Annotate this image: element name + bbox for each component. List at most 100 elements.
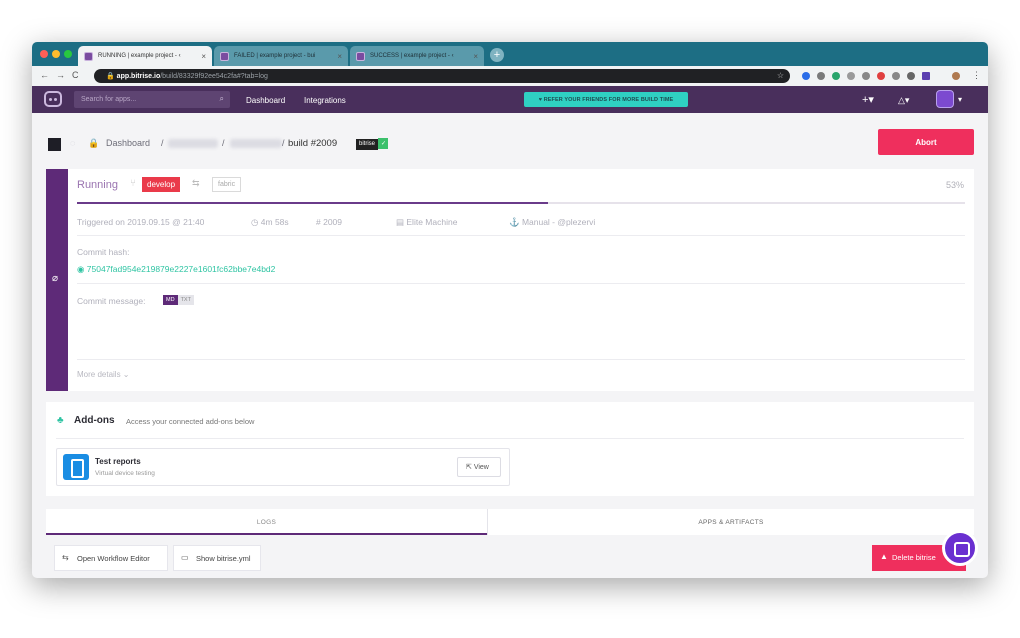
workflow-badge[interactable]: fabric — [212, 177, 242, 192]
build-number: # 2009 — [316, 217, 342, 227]
bookmark-star-icon[interactable]: ☆ — [777, 71, 784, 80]
more-details-toggle[interactable]: More details ⌄ — [77, 370, 130, 379]
browser-tab-failed[interactable]: FAILED | example project - bui × — [214, 46, 348, 66]
close-tab-icon[interactable]: × — [337, 52, 342, 61]
github-icon: ◉ — [77, 264, 87, 274]
chat-widget-button[interactable] — [942, 530, 978, 566]
close-window-button[interactable] — [40, 50, 48, 58]
show-bitrise-yml-button[interactable]: ▭ Show bitrise.yml — [173, 545, 261, 571]
extension-icon[interactable] — [922, 72, 930, 80]
build-duration: ◷ 4m 58s — [251, 217, 289, 227]
commit-hash-label: Commit hash: — [77, 247, 130, 257]
trigger-source: ⚓ Manual - @plezervi — [509, 217, 596, 227]
add-menu-icon[interactable]: +▾ — [862, 93, 874, 106]
notifications-bell-icon[interactable]: △▾ — [898, 95, 909, 106]
running-status-icon: ⌀ — [52, 273, 59, 284]
page-title: build #2009 — [288, 138, 338, 149]
extension-icon[interactable] — [907, 72, 915, 80]
addons-subtitle: Access your connected add-ons below — [126, 417, 255, 426]
breadcrumb: ◌ 🔒 Dashboard / / / build #2009 bitrise ✓… — [32, 113, 988, 169]
bitrise-favicon-icon — [356, 52, 365, 61]
test-reports-icon — [63, 454, 89, 480]
browser-tab-success[interactable]: SUCCESS | example project - ‹ × — [350, 46, 484, 66]
abort-button[interactable]: Abort — [878, 129, 974, 155]
view-addon-button[interactable]: ⇱ View — [457, 457, 501, 477]
app-header: Search for apps... ⌕ Dashboard Integrati… — [32, 86, 988, 113]
txt-toggle[interactable]: TXT — [177, 295, 194, 305]
breadcrumb-separator: / — [161, 138, 164, 148]
warning-icon: ▲ — [880, 552, 888, 561]
extension-icon[interactable] — [802, 72, 810, 80]
divider — [77, 235, 965, 236]
build-tabs: LOGS APPS & ARTIFACTS — [46, 509, 974, 535]
breadcrumb-separator: / — [282, 138, 285, 148]
log-toolbar: ⇆ Open Workflow Editor ▭ Show bitrise.ym… — [46, 539, 974, 578]
zoom-window-button[interactable] — [64, 50, 72, 58]
extension-icon[interactable] — [832, 72, 840, 80]
avatar-chevron-down-icon[interactable]: ▾ — [958, 95, 962, 104]
addons-icon: ♣ — [57, 415, 64, 426]
browser-window: RUNNING | example project - ‹ × FAILED |… — [32, 42, 988, 578]
search-icon: ⌕ — [219, 94, 224, 103]
bitrise-yml-badge: bitrise ✓ — [356, 138, 396, 150]
lock-icon: 🔒 — [88, 138, 100, 148]
extension-search-icon[interactable] — [817, 72, 825, 80]
machine-type: ▤ Elite Machine — [396, 217, 458, 227]
address-row: ← → C 🔒 app.bitrise.io/build/83329f92ee5… — [32, 66, 988, 86]
addons-section: ♣ Add-ons Access your connected add-ons … — [46, 402, 974, 496]
browser-tab-running[interactable]: RUNNING | example project - ‹ × — [78, 46, 212, 66]
workflow-icon: ⇆ — [62, 553, 69, 562]
nav-integrations-link[interactable]: Integrations — [304, 96, 346, 105]
progress-bar — [77, 202, 965, 204]
extension-icon[interactable] — [877, 72, 885, 80]
close-tab-icon[interactable]: × — [473, 52, 478, 61]
md-toggle[interactable]: MD — [163, 295, 178, 305]
divider — [77, 359, 965, 360]
profile-avatar[interactable] — [952, 72, 960, 80]
workflow-icon: ⇆ — [192, 178, 200, 188]
format-toggle: MD TXT — [163, 295, 194, 305]
extension-icon[interactable] — [862, 72, 870, 80]
progress-fill — [77, 202, 548, 204]
addon-test-reports: Test reports Virtual device testing ⇱ Vi… — [56, 448, 510, 486]
divider — [56, 438, 964, 439]
forward-icon[interactable]: → — [56, 70, 65, 80]
lock-icon: 🔒 — [106, 73, 115, 80]
branch-badge[interactable]: develop — [142, 177, 181, 192]
open-workflow-editor-button[interactable]: ⇆ Open Workflow Editor — [54, 545, 168, 571]
breadcrumb-dashboard-link[interactable]: Dashboard — [106, 138, 150, 148]
external-link-icon: ⇱ — [466, 464, 474, 471]
user-avatar[interactable] — [936, 90, 954, 108]
redacted-owner — [168, 139, 218, 148]
bitrise-logo-icon[interactable] — [44, 91, 62, 107]
build-status: Running — [77, 179, 118, 191]
extension-icon[interactable] — [847, 72, 855, 80]
commit-hash-link[interactable]: ◉ 75047fad954e219879e2227e1601fc62bbe7e4… — [77, 264, 275, 275]
triggered-time: Triggered on 2019.09.15 @ 21:40 — [77, 217, 205, 227]
addons-title: Add-ons — [74, 415, 115, 426]
search-apps-input[interactable]: Search for apps... ⌕ — [74, 91, 230, 108]
check-icon: ✓ — [378, 138, 389, 149]
progress-percent: 53% — [945, 180, 964, 190]
bitrise-favicon-icon — [220, 52, 229, 61]
back-icon[interactable]: ← — [40, 70, 49, 80]
close-tab-icon[interactable]: × — [201, 52, 206, 61]
build-card: ⌀ Running ⑂ develop ⇆ fabric 53% Trigger… — [46, 169, 974, 391]
tab-logs[interactable]: LOGS — [46, 509, 487, 535]
refer-friends-banner[interactable]: ♥ REFER YOUR FRIENDS FOR MORE BUILD TIME — [524, 92, 688, 107]
minimize-window-button[interactable] — [52, 50, 60, 58]
browser-menu-icon[interactable]: ⋮ — [972, 70, 981, 81]
reload-icon[interactable]: C — [72, 70, 79, 80]
new-tab-button[interactable]: + — [490, 48, 504, 62]
tab-strip: RUNNING | example project - ‹ × FAILED |… — [32, 42, 988, 66]
url-bar[interactable]: 🔒 app.bitrise.io/build/83329f92ee54c2fa#… — [94, 69, 790, 83]
tab-apps-artifacts[interactable]: APPS & ARTIFACTS — [487, 509, 974, 535]
commit-message-label: Commit message: — [77, 296, 146, 306]
refresh-icon[interactable]: ◌ — [70, 138, 75, 148]
extension-icon[interactable] — [892, 72, 900, 80]
app-icon — [48, 138, 61, 151]
nav-dashboard-link[interactable]: Dashboard — [246, 96, 285, 105]
file-icon: ▭ — [181, 553, 189, 562]
divider — [77, 283, 965, 284]
breadcrumb-separator: / — [222, 138, 225, 148]
